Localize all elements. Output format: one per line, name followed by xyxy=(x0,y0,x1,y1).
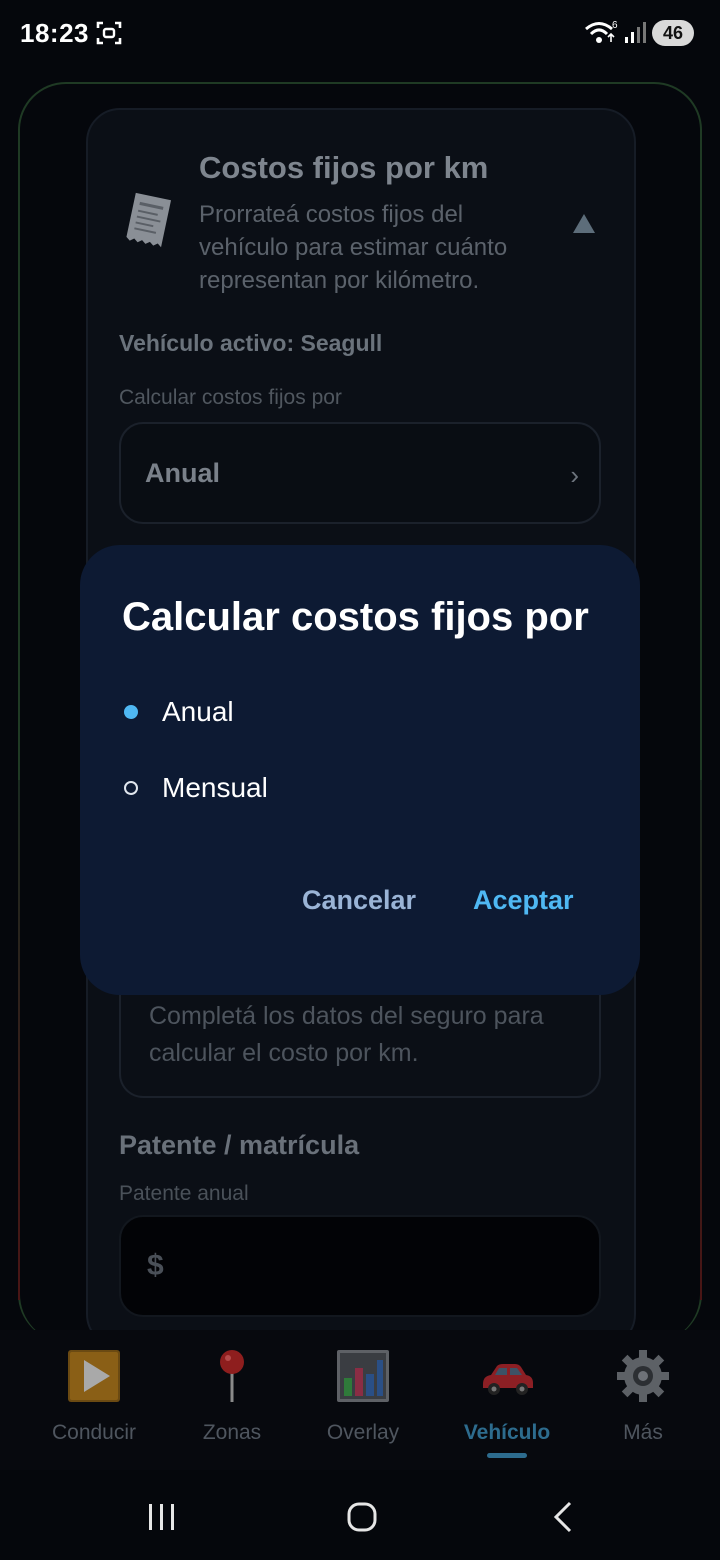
nav-label-zonas: Zonas xyxy=(202,1421,262,1444)
gear-icon xyxy=(617,1350,669,1402)
period-dialog: Calcular costos fijos por Anual Mensual … xyxy=(80,545,640,995)
signal-icon xyxy=(625,22,646,43)
nav-item-vehiculo[interactable]: Vehículo xyxy=(442,1348,572,1458)
pin-icon xyxy=(220,1350,244,1402)
nav-label-mas: Más xyxy=(623,1421,663,1444)
home-icon[interactable] xyxy=(342,1500,382,1536)
play-icon xyxy=(68,1350,120,1402)
nav-item-conducir[interactable]: Conducir xyxy=(29,1348,159,1445)
calc-period-value: Anual xyxy=(145,458,221,488)
option-label-mensual: Mensual xyxy=(162,772,268,803)
status-bar: 18:23 6 46 xyxy=(0,0,720,70)
collapse-triangle-icon[interactable] xyxy=(572,212,596,234)
status-time: 18:23 xyxy=(20,18,89,48)
cancel-button[interactable]: Cancelar xyxy=(302,885,416,916)
option-mensual[interactable]: Mensual xyxy=(122,758,592,818)
card-title: Costos fijos por km xyxy=(199,150,489,185)
dialog-title: Calcular costos fijos por xyxy=(122,595,589,639)
system-navigation-bar xyxy=(0,1470,720,1560)
card-description: Prorrateá costos fijos del vehículo para… xyxy=(199,201,508,294)
chevron-right-icon: › xyxy=(570,460,579,490)
car-icon xyxy=(483,1364,533,1395)
nav-item-overlay[interactable]: Overlay xyxy=(298,1348,428,1445)
accept-button[interactable]: Aceptar xyxy=(473,885,574,916)
battery-indicator: 46 xyxy=(652,20,694,46)
nav-label-overlay: Overlay xyxy=(326,1421,400,1444)
bottom-nav: Conducir Zonas Overlay Vehículo Más xyxy=(0,1330,720,1470)
screenshot-scan-icon xyxy=(96,21,122,45)
option-label-anual: Anual xyxy=(162,696,234,727)
recent-apps-icon[interactable] xyxy=(142,1500,182,1536)
active-vehicle-label: Vehículo activo: Seagull xyxy=(119,330,383,356)
nav-label-conducir: Conducir xyxy=(51,1421,137,1444)
frame-accent-right xyxy=(700,780,702,1300)
nav-active-indicator xyxy=(487,1453,527,1458)
calc-period-label: Calcular costos fijos por xyxy=(119,386,342,409)
wifi-badge: 6 xyxy=(612,20,618,31)
plate-field-label: Patente anual xyxy=(119,1182,249,1205)
receipt-icon xyxy=(126,192,172,248)
radio-unselected-icon[interactable] xyxy=(124,781,138,795)
calc-period-select[interactable]: Anual › xyxy=(119,422,601,524)
plate-annual-input[interactable]: $ xyxy=(119,1215,601,1317)
plate-section-title: Patente / matrícula xyxy=(119,1130,360,1160)
nav-label-vehiculo: Vehículo xyxy=(463,1421,551,1444)
nav-item-mas[interactable]: Más xyxy=(578,1348,708,1445)
option-anual[interactable]: Anual xyxy=(122,682,592,742)
bar-chart-icon xyxy=(337,1350,389,1402)
nav-item-zonas[interactable]: Zonas xyxy=(167,1348,297,1445)
radio-selected-icon[interactable] xyxy=(124,705,138,719)
back-icon[interactable] xyxy=(544,1500,584,1536)
insurance-hint: Completá los datos del seguro para calcu… xyxy=(149,1002,544,1067)
currency-symbol: $ xyxy=(147,1249,164,1282)
wifi-icon: 6 xyxy=(585,20,618,43)
frame-accent-left xyxy=(18,780,20,1300)
